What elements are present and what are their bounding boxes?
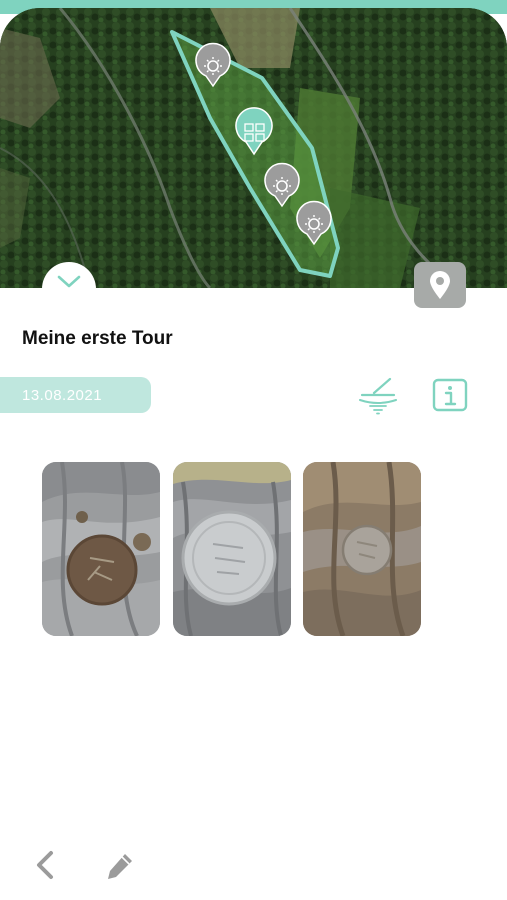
metal-detector-icon[interactable]: [356, 376, 400, 416]
coin-photo-image: [173, 462, 291, 636]
chevron-left-icon[interactable]: [30, 848, 60, 882]
satellite-image: [0, 8, 507, 288]
coin-photo-image: [42, 462, 160, 636]
find-photo-3[interactable]: [303, 462, 421, 636]
tour-date: 13.08.2021: [22, 386, 103, 404]
location-pin-icon: [430, 271, 450, 299]
pencil-icon[interactable]: [104, 850, 136, 882]
chevron-down-icon: [57, 275, 81, 288]
tour-date-badge: 13.08.2021: [0, 377, 151, 413]
tour-map[interactable]: [0, 8, 507, 288]
find-photo-1[interactable]: [42, 462, 160, 636]
location-button[interactable]: [414, 262, 466, 308]
tour-title: Meine erste Tour: [22, 328, 173, 349]
find-photo-2[interactable]: [173, 462, 291, 636]
coin-photo-image: [303, 462, 421, 636]
info-icon[interactable]: [432, 378, 468, 412]
